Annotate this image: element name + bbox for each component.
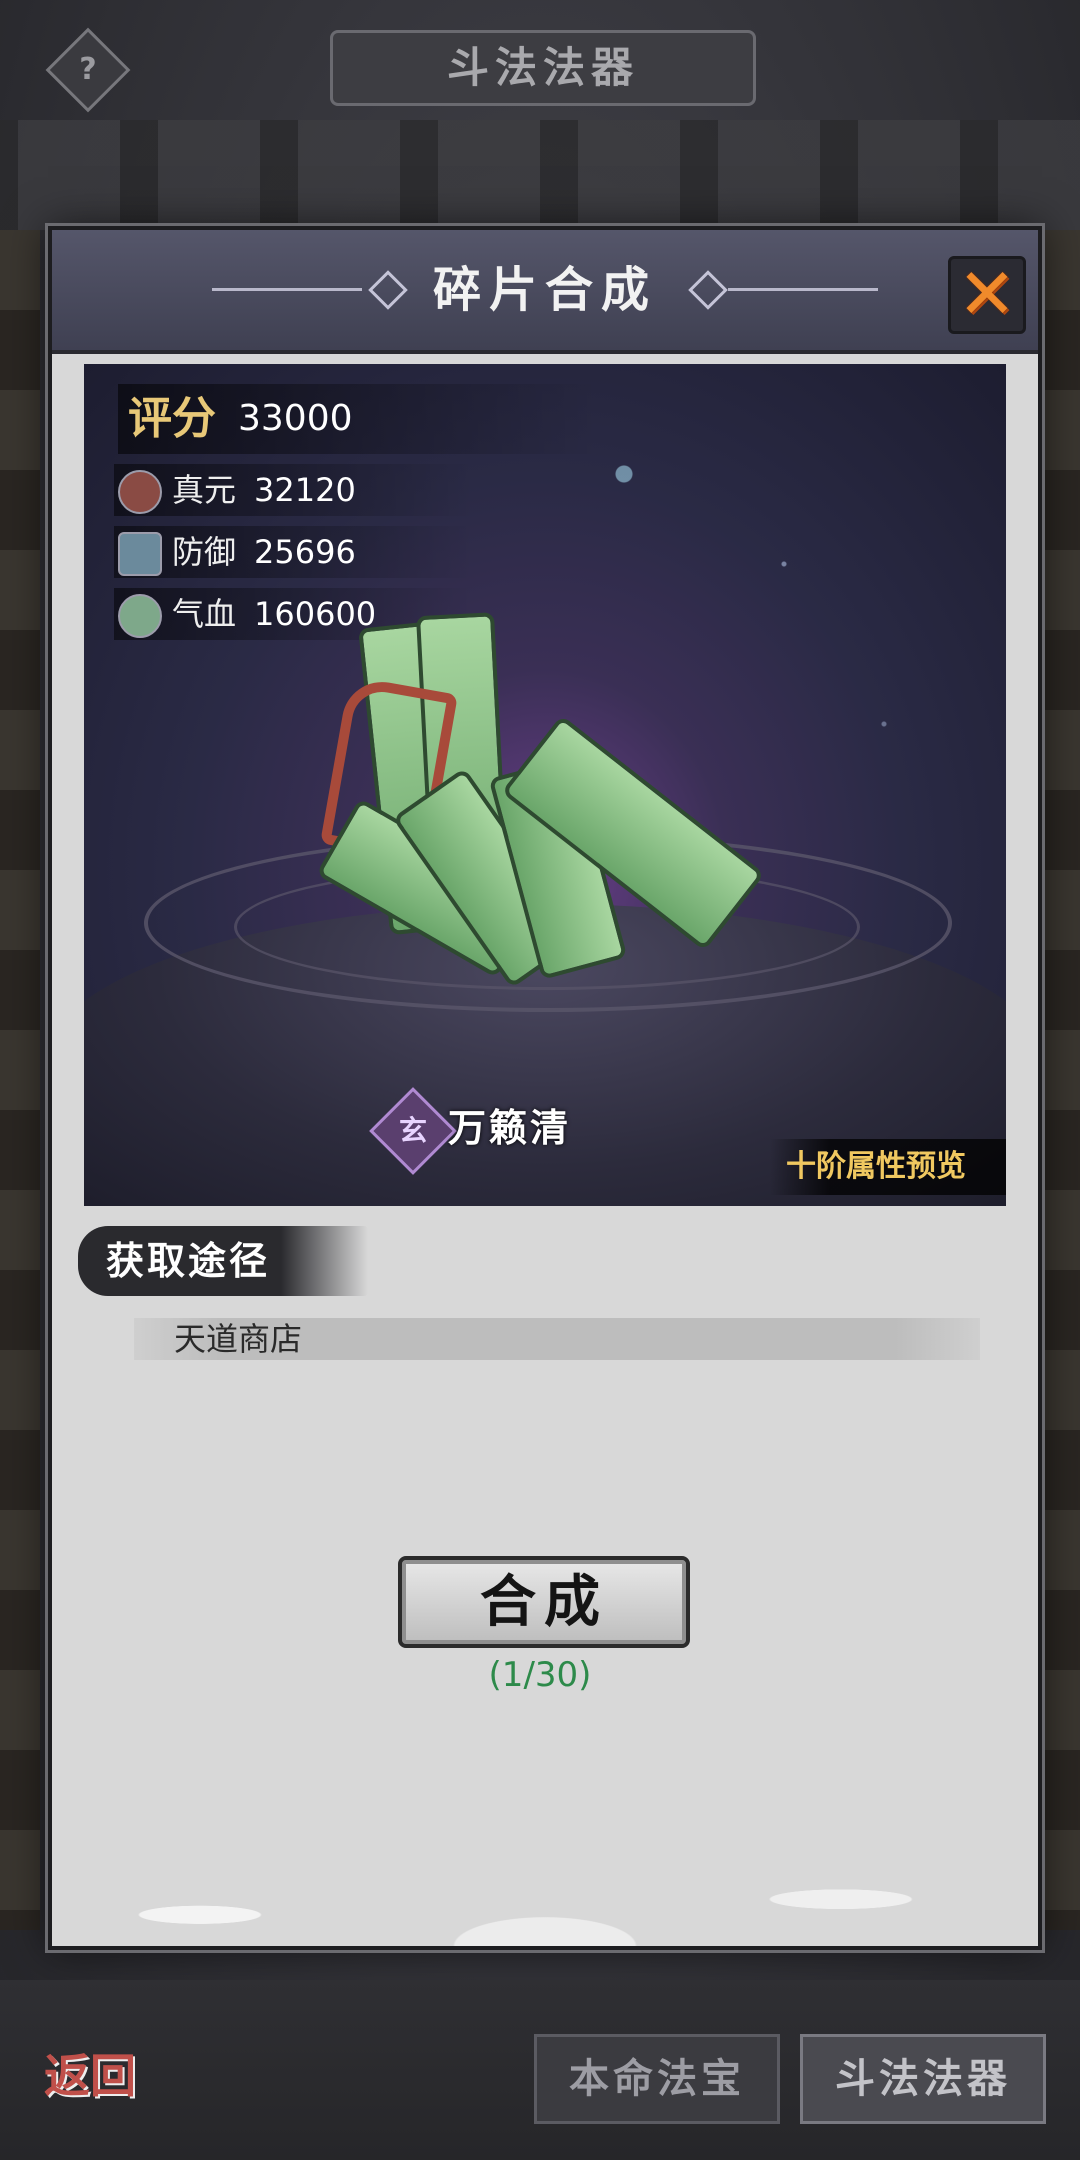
stat-value: 160600 (254, 595, 377, 633)
stat-name: 气血 (172, 595, 237, 633)
source-item-tiandao-shop[interactable]: 天道商店 (134, 1318, 980, 1360)
shield-icon (118, 532, 162, 576)
help-button[interactable]: ? (45, 27, 131, 113)
background-pillar-left (0, 230, 40, 1930)
synthesize-button-label: 合成 (480, 1569, 608, 1635)
background-beams (0, 120, 1080, 230)
source-item-label: 天道商店 (174, 1320, 303, 1358)
fragment-synthesis-dialog: 碎片合成 ✕ 评分 33000 真元 32120 防御 25696 气血 160… (48, 226, 1042, 1950)
tab-natal-treasure[interactable]: 本命法宝 (534, 2034, 780, 2124)
tab-label: 本命法宝 (569, 2055, 745, 2102)
tab-label: 斗法法器 (835, 2055, 1011, 2102)
bottom-nav: 返回 本命法宝 斗法法器 (0, 1980, 1080, 2160)
score-label: 评分 (128, 393, 216, 444)
background-pillar-right (1040, 230, 1080, 1930)
fragment-count: (1/30) (488, 1655, 592, 1695)
stat-row-defense: 防御 25696 (114, 526, 474, 578)
tab-battle-artifact[interactable]: 斗法法器 (800, 2034, 1046, 2124)
artifact-name: 万籁清 (448, 1105, 572, 1150)
preview-tag-label: 十阶属性预览 (786, 1149, 966, 1184)
page-title: 斗法法器 (446, 43, 639, 92)
source-heading: 获取途径 (78, 1226, 368, 1296)
back-icon: 返回 (44, 2049, 136, 2103)
top-bar: ? 斗法法器 (0, 0, 1080, 120)
stat-name: 真元 (172, 471, 237, 509)
stat-value: 32120 (254, 471, 356, 509)
help-icon: ? (79, 52, 97, 87)
page-title-plate: 斗法法器 (330, 30, 756, 106)
artifact-preview-panel: 评分 33000 真元 32120 防御 25696 气血 160600 十阶属… (84, 364, 1006, 1206)
back-button[interactable]: 返回 (30, 2026, 150, 2126)
tenth-tier-preview-button[interactable]: 十阶属性预览 (770, 1139, 1006, 1195)
heart-icon (118, 594, 162, 638)
dialog-header: 碎片合成 ✕ (52, 230, 1038, 354)
close-button[interactable]: ✕ (948, 256, 1026, 334)
cloud-decoration (52, 1790, 1038, 1946)
rank-emblem-glyph: 玄 (398, 1114, 427, 1147)
score-value: 33000 (238, 398, 353, 439)
close-icon: ✕ (957, 253, 1017, 335)
attack-icon (118, 470, 162, 514)
stat-value: 25696 (254, 533, 356, 571)
source-heading-label: 获取途径 (106, 1238, 271, 1283)
header-ornament-right (728, 288, 878, 291)
synthesize-button[interactable]: 合成 (398, 1556, 690, 1648)
stat-name: 防御 (172, 533, 237, 571)
dialog-title: 碎片合成 (432, 262, 657, 318)
score-row: 评分 33000 (118, 384, 598, 454)
stat-row-zhenyuan: 真元 32120 (114, 464, 474, 516)
